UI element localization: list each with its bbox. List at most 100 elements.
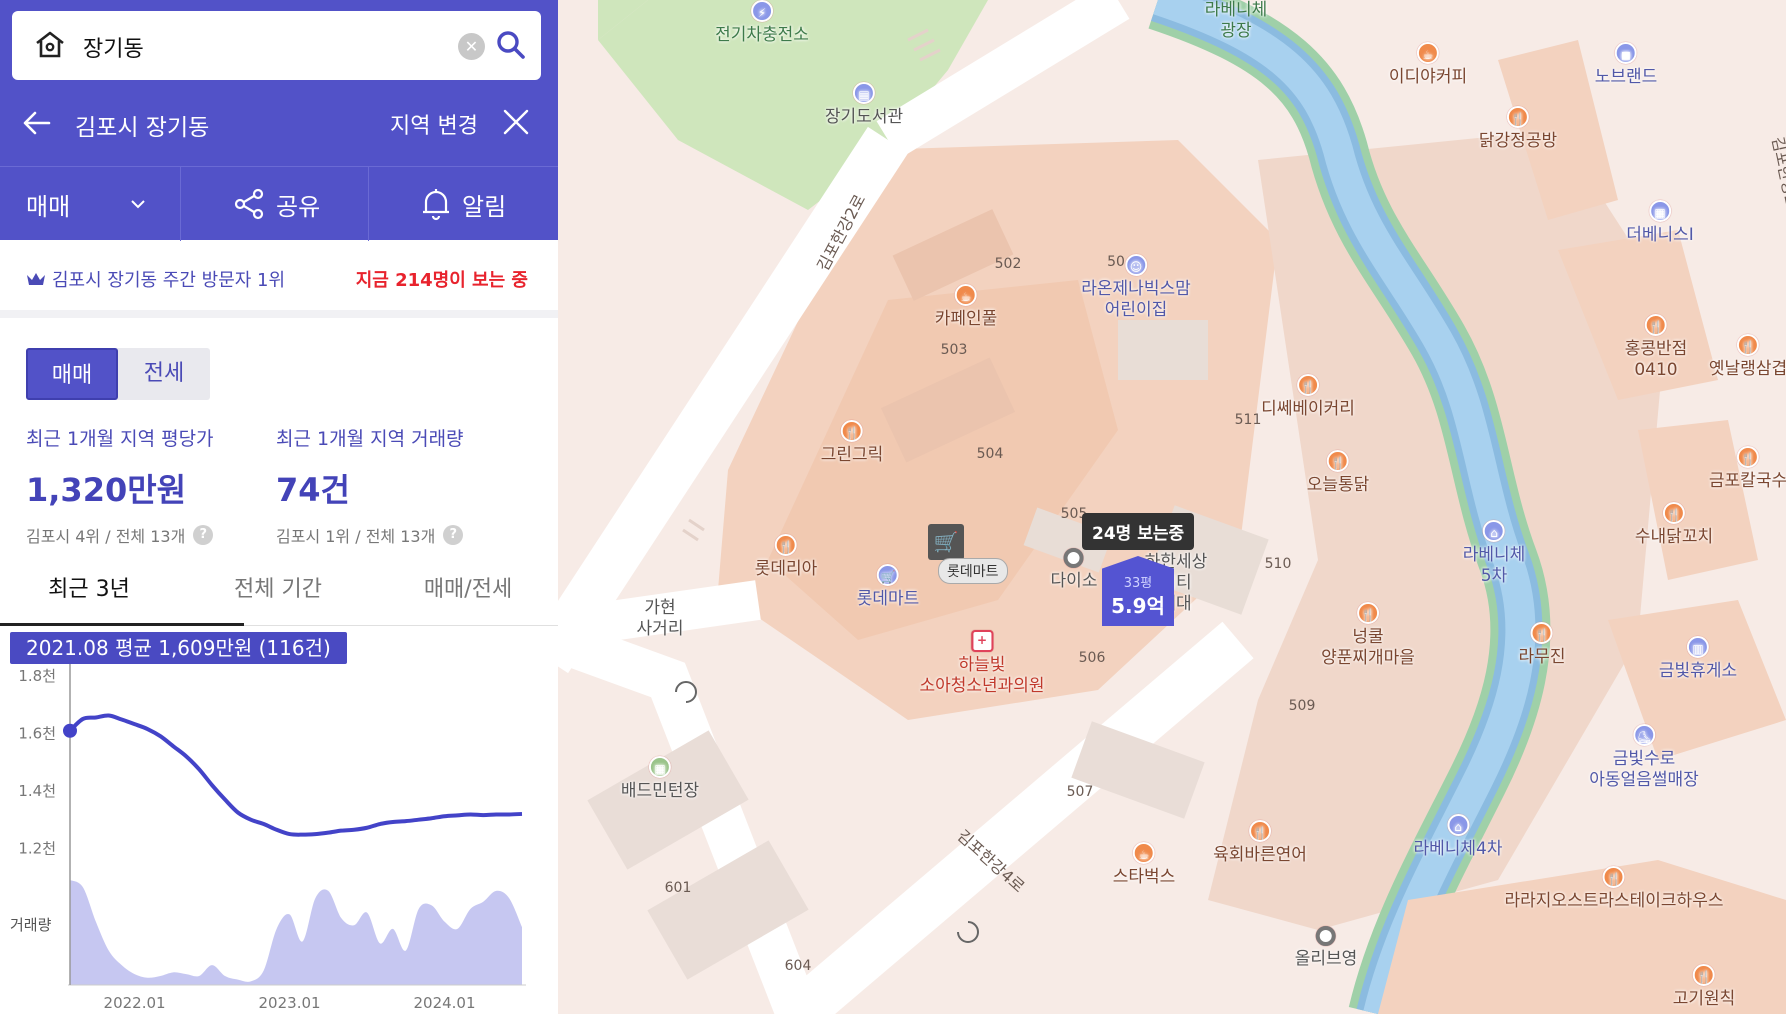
crown-icon <box>27 273 45 285</box>
daycare-icon: ☺ <box>1124 254 1147 276</box>
search-icon[interactable] <box>491 25 531 65</box>
viewers-bubble: 24명 보는중 <box>1082 513 1195 550</box>
poi-label: 금빛휴게소 <box>1658 661 1738 681</box>
restaurant-icon: 🍴 <box>1693 964 1715 986</box>
building-number: 509 <box>1288 698 1316 714</box>
tab-recent-3-years[interactable]: 최근 3년 <box>0 566 178 626</box>
poi-olive-young[interactable]: 올리브영 <box>1294 926 1358 970</box>
poi-nobrand[interactable]: ◼ 노브랜드 <box>1594 42 1658 88</box>
poi-dice-bakery[interactable]: 🍴 디쎄베이커리 <box>1261 374 1355 420</box>
region-change-button[interactable]: 지역 변경 <box>390 108 478 140</box>
building-icon: ▦ <box>1648 200 1671 222</box>
poi-label: 라베니체 광장 <box>1204 0 1268 41</box>
poi-ragio[interactable]: 🍴 라라지오스트라스테이크하우스 <box>1504 866 1724 912</box>
segment-sale[interactable]: 매매 <box>26 348 118 400</box>
poi-gogi[interactable]: 🍴 고기원칙 <box>1673 964 1735 1010</box>
poi-dakgang[interactable]: 🍴 닭강정공방 <box>1479 106 1557 152</box>
poi-yetnal[interactable]: 🍴 옛날랭삼겹 <box>1709 334 1786 380</box>
poi-label: 롯데리아 <box>754 559 818 579</box>
poi-oneul[interactable]: 🍴 오늘통닭 <box>1306 450 1370 496</box>
poi-devenice[interactable]: ▦ 더베니스I <box>1626 200 1694 246</box>
alert-button[interactable]: 알림 <box>420 167 506 241</box>
restaurant-icon: 🍴 <box>1506 106 1529 128</box>
restaurant-icon: 🍴 <box>1327 450 1349 472</box>
poi-lotteria[interactable]: 🍴 롯데리아 <box>754 534 818 580</box>
poi-lavenice-square[interactable]: 라베니체 광장 <box>1205 0 1268 42</box>
poi-ev-charging[interactable]: ⚡ 전기차충전소 <box>715 0 809 46</box>
poi-yukhoe[interactable]: 🍴 육회바른연어 <box>1213 820 1307 866</box>
poi-ediya[interactable]: ☕ 이디야커피 <box>1389 42 1467 88</box>
poi-label: 올리브영 <box>1294 949 1358 969</box>
stat-volume-label: 최근 1개월 지역 거래량 <box>276 428 464 450</box>
poi-lavenice4[interactable]: ⌂ 라베니체4차 <box>1413 814 1503 860</box>
poi-haneulbit-clinic[interactable]: + 하늘빛 소아청소년과의원 <box>919 630 1045 697</box>
poi-neungkul[interactable]: 🍴 넝쿨 양푼찌개마을 <box>1321 602 1415 669</box>
tab-all-period[interactable]: 전체 기간 <box>178 566 378 626</box>
poi-hongkong[interactable]: 🍴 홍콩반점 0410 <box>1625 314 1687 381</box>
help-icon[interactable]: ? <box>193 525 214 545</box>
poi-geumpo-kalguksu[interactable]: 🍴 금포칼국수 <box>1709 446 1786 492</box>
building-number: 604 <box>784 958 812 974</box>
library-icon: ▤ <box>852 82 875 104</box>
poi-geumbit-rest[interactable]: ▥ 금빛휴게소 <box>1659 636 1737 682</box>
poi-lotte-mart[interactable]: 🛒 롯데마트 <box>856 564 920 610</box>
poi-label: 노브랜드 <box>1594 67 1658 87</box>
panel-header: 장기동 ✕ 김포시 장기동 지역 변경 매매 공유 알림 <box>0 0 558 241</box>
segment-jeonse[interactable]: 전세 <box>118 348 210 400</box>
close-icon[interactable] <box>502 108 530 136</box>
clear-search-button[interactable]: ✕ <box>458 33 485 60</box>
map-view[interactable]: ⚡ 전기차충전소 라베니체 광장 ▤ 장기도서관 ☕ 이디야커피 ◼ 노브랜드 🍴 닭강정… <box>558 0 1786 1014</box>
badminton-icon: ▦ <box>648 756 671 778</box>
cart-marker-icon[interactable]: 🛒 <box>928 524 964 560</box>
mart-badge[interactable]: 롯데마트 <box>938 558 1008 584</box>
poi-lavenice5[interactable]: ⌂ 라베니체 5차 <box>1463 520 1525 587</box>
selected-point <box>63 723 77 738</box>
stat-volume-value: 74건 <box>276 471 350 509</box>
stat-price-label: 최근 1개월 지역 평당가 <box>26 428 214 450</box>
poi-label: 롯데마트 <box>856 589 920 609</box>
poi-label: 라라지오스트라스테이크하우스 <box>1504 891 1724 911</box>
poi-rawoo[interactable]: 🍴 라무진 <box>1519 622 1565 668</box>
stat-volume-rank: 김포시 1위 / 전체 13개 <box>276 527 436 546</box>
tool-divider <box>180 167 181 241</box>
trade-segment: 매매 전세 <box>26 348 210 400</box>
poi-geumbitsuro[interactable]: ⛸ 금빛수로 아동얼음썰매장 <box>1589 724 1699 791</box>
y-tick-label: 1.6천 <box>18 724 56 742</box>
help-icon[interactable]: ? <box>443 525 464 545</box>
poi-badminton[interactable]: ▦ 배드민턴장 <box>621 756 699 802</box>
alert-label: 알림 <box>462 192 507 221</box>
volume-area <box>70 880 522 985</box>
visitor-banner[interactable]: 김포시 장기동 주간 방문자 1위 지금 214명이 보는 중 <box>0 240 558 318</box>
poi-label: 오늘통닭 <box>1306 475 1370 495</box>
poi-sunae[interactable]: 🍴 수내닭꼬치 <box>1635 502 1713 548</box>
poi-label: 배드민턴장 <box>620 781 700 801</box>
restaurant-icon: 🍴 <box>1736 446 1759 468</box>
store-icon <box>1063 548 1084 568</box>
search-input[interactable]: 장기동 <box>83 31 144 63</box>
poi-green-grill[interactable]: 🍴 그린그릭 <box>821 420 883 466</box>
poi-library[interactable]: ▤ 장기도서관 <box>825 82 903 128</box>
poi-label: 금포칼국수 <box>1708 471 1786 491</box>
share-button[interactable]: 공유 <box>232 167 320 241</box>
tab-trade-jeonse[interactable]: 매매/전세 <box>378 566 558 626</box>
marker-price: 5.9억 <box>1111 594 1165 618</box>
poi-daiso[interactable]: 다이소 <box>1051 548 1097 592</box>
building-number: 506 <box>1078 650 1106 666</box>
visitor-rank-text: 김포시 장기동 주간 방문자 1위 <box>52 270 286 291</box>
restaurant-icon: 🍴 <box>841 420 863 442</box>
x-tick-label: 2022.01 <box>104 994 166 1012</box>
back-arrow-icon[interactable] <box>22 108 52 138</box>
poi-cafe-inpul[interactable]: ☕ 카페인풀 <box>935 284 997 330</box>
cafe-icon: ☕ <box>1133 842 1155 864</box>
chevron-down-icon <box>131 200 145 209</box>
trade-type-dropdown[interactable]: 매매 <box>26 167 176 241</box>
poi-laon-daycare[interactable]: ☺ 라온제나빅스맘 어린이집 <box>1081 254 1191 321</box>
rest-area-icon: ▥ <box>1686 636 1709 658</box>
poi-starbucks[interactable]: ☕ 스타벅스 <box>1113 842 1175 888</box>
bell-icon <box>423 189 449 221</box>
home-icon[interactable] <box>34 29 66 61</box>
price-chart[interactable]: 1.8천 1.6천 1.4천 1.2천거래량 2022.01 2023.01 2024.01 <box>0 630 558 1014</box>
region-title: 김포시 장기동 <box>75 115 210 141</box>
search-box[interactable]: 장기동 ✕ <box>12 11 541 80</box>
restaurant-icon: 🍴 <box>1297 374 1319 396</box>
